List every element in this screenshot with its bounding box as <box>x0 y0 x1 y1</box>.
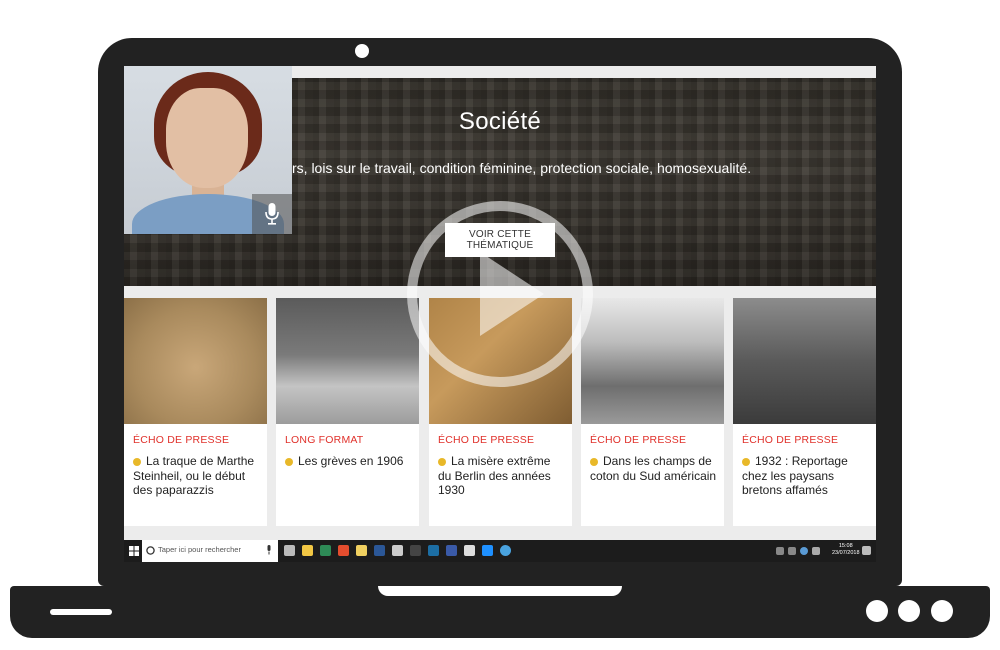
onedrive-icon[interactable] <box>800 547 808 555</box>
laptop-dot-1 <box>866 600 888 622</box>
settings-app-icon[interactable] <box>392 545 403 556</box>
skype-icon[interactable] <box>500 545 511 556</box>
notifications-icon[interactable] <box>862 546 871 555</box>
laptop-notch <box>378 586 622 596</box>
app-icon[interactable] <box>410 545 421 556</box>
chevron-up-icon[interactable] <box>788 547 796 555</box>
laptop-slot <box>50 609 112 615</box>
card-title[interactable]: 1932 : Reportage chez les paysans breton… <box>742 454 870 498</box>
presenter-video <box>124 66 292 234</box>
card-category[interactable]: ÉCHO DE PRESSE <box>742 434 838 446</box>
notepad-icon[interactable] <box>464 545 475 556</box>
volume-icon[interactable] <box>812 547 820 555</box>
messenger-icon[interactable] <box>482 545 493 556</box>
task-view-icon[interactable] <box>284 545 295 556</box>
laptop-dot-3 <box>931 600 953 622</box>
card-image[interactable] <box>124 298 267 424</box>
file-explorer-icon[interactable] <box>302 545 313 556</box>
taskbar-mic-icon[interactable] <box>266 545 272 556</box>
article-card[interactable]: ÉCHO DE PRESSE Dans les champs de coton … <box>581 298 724 526</box>
document-app-icon[interactable] <box>446 545 457 556</box>
play-icon <box>480 252 544 336</box>
article-card[interactable]: LONG FORMAT Les grèves en 1906 <box>276 298 419 526</box>
card-category[interactable]: LONG FORMAT <box>285 434 363 446</box>
taskbar-search-input[interactable]: Taper ici pour rechercher <box>142 540 278 562</box>
card-image[interactable] <box>733 298 876 424</box>
folder-icon[interactable] <box>356 545 367 556</box>
card-category[interactable]: ÉCHO DE PRESSE <box>133 434 229 446</box>
card-title[interactable]: Dans les champs de coton du Sud américai… <box>590 454 718 483</box>
presenter-face <box>166 88 248 188</box>
card-image[interactable] <box>581 298 724 424</box>
laptop-dot-2 <box>898 600 920 622</box>
search-placeholder: Taper ici pour rechercher <box>158 545 241 554</box>
cortana-icon <box>146 546 155 555</box>
photoshop-icon[interactable] <box>428 545 439 556</box>
card-image[interactable] <box>276 298 419 424</box>
word-icon[interactable] <box>374 545 385 556</box>
card-title[interactable]: La traque de Marthe Steinheil, ou le déb… <box>133 454 261 498</box>
taskbar-clock[interactable]: 15:08 23/07/2018 <box>832 543 860 557</box>
card-title[interactable]: La misère extrême du Berlin des années 1… <box>438 454 566 498</box>
clock-date: 23/07/2018 <box>832 550 860 556</box>
webcam-icon <box>355 44 369 58</box>
microphone-button[interactable] <box>252 194 292 234</box>
card-title[interactable]: Les grèves en 1906 <box>285 454 413 469</box>
article-card[interactable]: ÉCHO DE PRESSE La traque de Marthe Stein… <box>124 298 267 526</box>
play-button[interactable] <box>404 198 596 390</box>
excel-icon[interactable] <box>320 545 331 556</box>
article-card[interactable]: ÉCHO DE PRESSE 1932 : Reportage chez les… <box>733 298 876 526</box>
microphone-icon <box>265 203 279 225</box>
chrome-icon[interactable] <box>338 545 349 556</box>
network-icon[interactable] <box>776 547 784 555</box>
banner-subtitle: rs, lois sur le travail, condition fémin… <box>292 160 752 176</box>
windows-start-icon[interactable] <box>129 546 139 556</box>
windows-taskbar: Taper ici pour rechercher 15:08 23/07/20… <box>124 540 876 562</box>
card-category[interactable]: ÉCHO DE PRESSE <box>438 434 534 446</box>
clock-time: 15:08 <box>838 543 853 549</box>
card-category[interactable]: ÉCHO DE PRESSE <box>590 434 686 446</box>
laptop-screen: Société rs, lois sur le travail, conditi… <box>124 66 876 562</box>
